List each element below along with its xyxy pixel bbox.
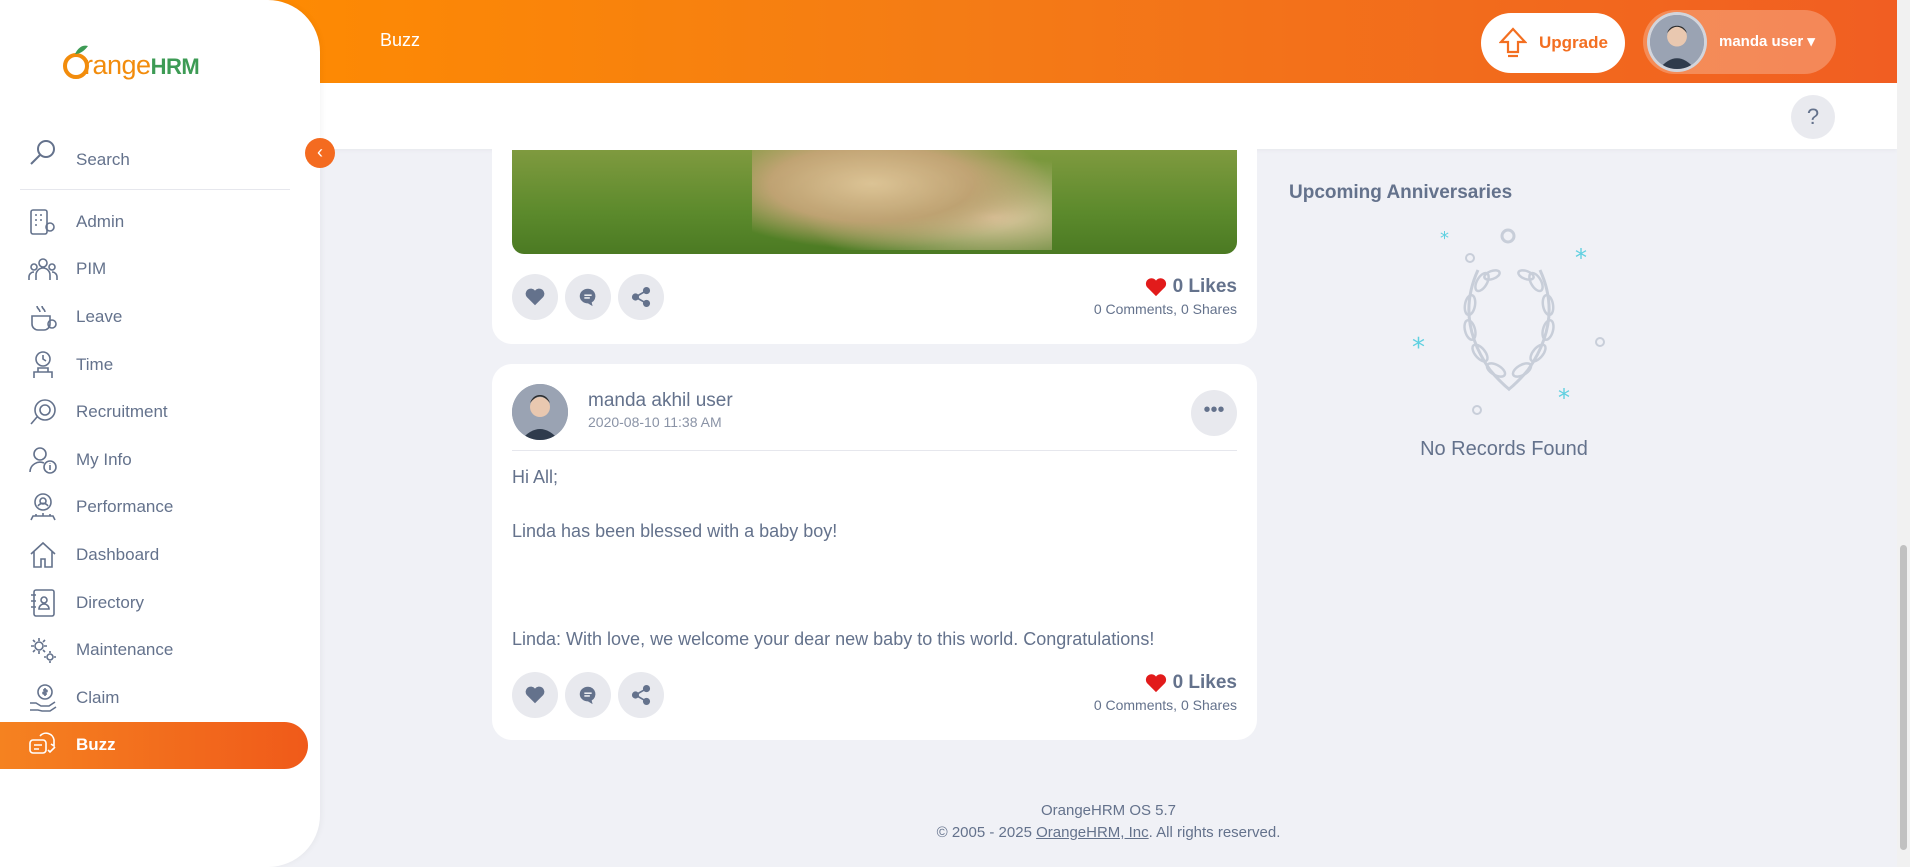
anniversaries-title: Upcoming Anniversaries xyxy=(1289,182,1513,203)
likes-count[interactable]: 0 Likes xyxy=(1173,276,1237,298)
comment-button[interactable] xyxy=(565,274,611,320)
user-name: manda user ▾ xyxy=(1719,33,1815,50)
upgrade-arrow-icon xyxy=(1499,27,1527,58)
no-records-text: No Records Found xyxy=(1420,438,1588,460)
svg-text:*: * xyxy=(1558,384,1570,412)
svg-text:*: * xyxy=(1440,228,1449,249)
author-avatar xyxy=(512,384,568,440)
maintenance-icon xyxy=(31,638,56,664)
user-dropdown[interactable]: manda user ▾ xyxy=(1643,10,1836,74)
post-actions xyxy=(512,274,664,320)
comments-count[interactable]: 0 Comments xyxy=(1094,697,1173,713)
admin-icon xyxy=(30,208,55,235)
share-button[interactable] xyxy=(618,274,664,320)
sidebar-item-claim[interactable]: Claim xyxy=(0,674,320,722)
post-author: manda akhil user xyxy=(588,390,733,411)
post-photo-subject xyxy=(752,150,1052,250)
sidebar-item-my-info[interactable]: My Info xyxy=(0,436,320,484)
post-date: 2020-08-10 11:38 AM xyxy=(588,414,722,430)
pim-icon xyxy=(28,258,58,281)
share-icon xyxy=(631,287,651,307)
buzz-icon xyxy=(29,732,56,755)
upgrade-label: Upgrade xyxy=(1539,33,1608,52)
svg-text:*: * xyxy=(1412,333,1425,363)
sidebar-item-performance[interactable]: Performance xyxy=(0,484,320,532)
recruitment-icon xyxy=(30,399,56,425)
more-options-button[interactable]: ••• xyxy=(1191,390,1237,436)
search-icon xyxy=(30,140,55,165)
share-button[interactable] xyxy=(618,672,664,718)
time-icon xyxy=(33,350,53,378)
sidebar: rangeHRM Search Admin PIM Leave Time Rec… xyxy=(0,0,320,867)
laurel-wreath-icon: * * * * xyxy=(1412,228,1605,415)
shares-count[interactable]: 0 Shares xyxy=(1181,697,1237,713)
heart-filled-icon xyxy=(1145,674,1166,693)
sidebar-item-recruitment[interactable]: Recruitment xyxy=(0,388,320,436)
sidebar-collapse-button[interactable]: ‹ xyxy=(305,138,335,168)
scrollbar-thumb[interactable] xyxy=(1900,545,1907,850)
sidebar-search[interactable]: Search xyxy=(20,138,290,190)
post-line: Hi All; xyxy=(512,467,559,487)
performance-icon xyxy=(30,493,56,521)
post-body: Hi All; Linda has been blessed with a ba… xyxy=(512,464,1237,653)
main-menu: Admin PIM Leave Time Recruitment My Info… xyxy=(0,198,320,770)
dashboard-icon xyxy=(30,541,56,568)
upgrade-button[interactable]: Upgrade xyxy=(1481,13,1625,73)
post-line: Linda has been blessed with a baby boy! xyxy=(512,521,838,541)
buzz-post: 0 Likes 0 Comments, 0 Shares xyxy=(492,120,1257,344)
caret-down-icon: ▾ xyxy=(1807,33,1815,50)
buzz-post: manda akhil user 2020-08-10 11:38 AM •••… xyxy=(492,364,1257,740)
footer-copyright: © 2005 - 2025 OrangeHRM, Inc. All rights… xyxy=(936,824,1281,841)
user-avatar xyxy=(1647,12,1707,72)
sidebar-item-admin[interactable]: Admin xyxy=(0,198,320,246)
post-stats: 0 Likes 0 Comments, 0 Shares xyxy=(1093,672,1237,713)
like-button[interactable] xyxy=(512,274,558,320)
orangehrm-logo[interactable]: rangeHRM xyxy=(62,40,212,84)
comment-icon xyxy=(579,288,596,307)
shares-count[interactable]: 0 Shares xyxy=(1181,301,1237,317)
likes-count[interactable]: 0 Likes xyxy=(1173,672,1237,694)
post-line xyxy=(512,491,1237,518)
post-line xyxy=(512,545,1237,572)
sidebar-item-pim[interactable]: PIM xyxy=(0,246,320,294)
comment-button[interactable] xyxy=(565,672,611,718)
heart-icon xyxy=(525,686,545,704)
comment-icon xyxy=(579,686,596,705)
heart-icon xyxy=(525,288,545,306)
divider xyxy=(512,450,1237,451)
footer-version: OrangeHRM OS 5.7 xyxy=(1040,802,1177,819)
like-button[interactable] xyxy=(512,672,558,718)
help-button[interactable]: ? xyxy=(1791,95,1835,139)
leave-icon xyxy=(31,305,57,331)
sidebar-item-buzz[interactable]: Buzz xyxy=(0,721,308,770)
sidebar-item-directory[interactable]: Directory xyxy=(0,579,320,627)
footer: OrangeHRM OS 5.7 © 2005 - 2025 OrangeHRM… xyxy=(320,800,1897,844)
sidebar-item-dashboard[interactable]: Dashboard xyxy=(0,531,320,579)
brand-text: rangeHRM xyxy=(84,50,200,80)
post-line: Linda: With love, we welcome your dear n… xyxy=(512,629,1155,649)
sidebar-item-leave[interactable]: Leave xyxy=(0,293,320,341)
directory-icon xyxy=(31,588,55,617)
post-stats: 0 Likes 0 Comments, 0 Shares xyxy=(1093,276,1237,317)
heart-filled-icon xyxy=(1145,278,1166,297)
post-actions xyxy=(512,672,664,718)
share-icon xyxy=(631,685,651,705)
claim-icon xyxy=(30,683,57,712)
post-line xyxy=(512,599,1237,626)
comments-count[interactable]: 0 Comments xyxy=(1094,301,1173,317)
my-info-icon xyxy=(29,446,57,474)
post-line xyxy=(512,572,1237,599)
sidebar-item-time[interactable]: Time xyxy=(0,341,320,389)
page-title: Buzz xyxy=(380,30,421,50)
post-image[interactable] xyxy=(512,150,1237,254)
search-input[interactable]: Search xyxy=(76,150,130,170)
sidebar-item-maintenance[interactable]: Maintenance xyxy=(0,626,320,674)
company-link[interactable]: OrangeHRM, Inc xyxy=(1036,824,1149,841)
page-scrollbar[interactable] xyxy=(1897,0,1910,867)
svg-text:*: * xyxy=(1575,244,1587,272)
